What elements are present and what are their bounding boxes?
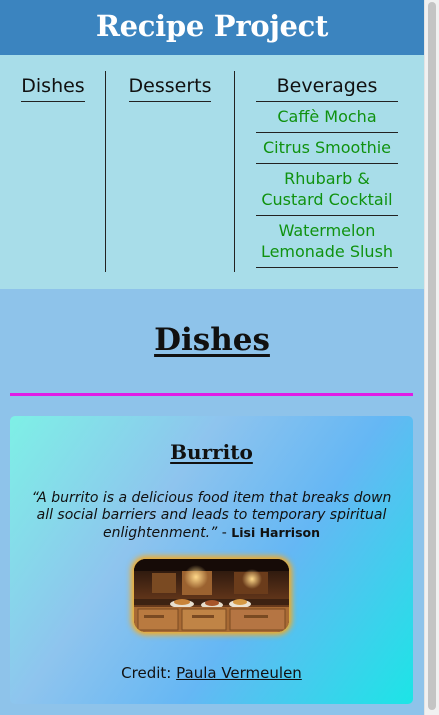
restaurant-scene-image (134, 559, 289, 632)
nav-beverages-link[interactable]: Beverages (277, 72, 378, 101)
credit-author-link[interactable]: Paula Vermeulen (176, 664, 302, 682)
nav-column-dishes: Dishes (0, 72, 106, 102)
burrito-photo (134, 559, 289, 632)
quote-author: Lisi Harrison (231, 525, 321, 540)
scrollbar-thumb[interactable] (428, 2, 436, 710)
beverage-link-caffe-mocha[interactable]: Caffè Mocha (256, 102, 398, 133)
credit-label: Credit: (121, 664, 172, 682)
nav-beverages-heading: Beverages (256, 72, 398, 102)
beverage-link-watermelon-lemonade-slush[interactable]: Watermelon Lemonade Slush (256, 216, 398, 268)
beverage-list: Caffè Mocha Citrus Smoothie Rhubarb & Cu… (256, 102, 398, 268)
recipe-title[interactable]: Burrito (10, 440, 413, 464)
beverage-link-citrus-smoothie[interactable]: Citrus Smoothie (256, 133, 398, 164)
nav-dishes-link[interactable]: Dishes (21, 72, 85, 102)
recipe-nav: Dishes Desserts Beverages Caffè Mocha Ci… (0, 55, 424, 289)
photo-credit: Credit: Paula Vermeulen (10, 664, 413, 682)
nav-column-desserts: Desserts (106, 72, 234, 102)
site-header: Recipe Project (0, 0, 424, 55)
vertical-scrollbar[interactable] (424, 0, 439, 715)
page: Recipe Project Dishes Desserts Beverages… (0, 0, 424, 715)
site-title: Recipe Project (95, 9, 329, 43)
quote-separator: - (217, 525, 232, 541)
section-divider (10, 393, 413, 396)
beverage-link-rhubarb-custard-cocktail[interactable]: Rhubarb & Custard Cocktail (256, 164, 398, 216)
nav-column-beverages: Beverages Caffè Mocha Citrus Smoothie Rh… (234, 72, 420, 268)
section-title: Dishes (154, 322, 270, 358)
quote-text: “A burrito is a delicious food item that… (31, 490, 392, 541)
recipe-card: Burrito “A burrito is a delicious food i… (10, 416, 413, 704)
main-content: Dishes Burrito “A burrito is a delicious… (0, 289, 424, 715)
nav-desserts-link[interactable]: Desserts (128, 72, 212, 102)
recipe-quote: “A burrito is a delicious food item that… (22, 490, 401, 542)
